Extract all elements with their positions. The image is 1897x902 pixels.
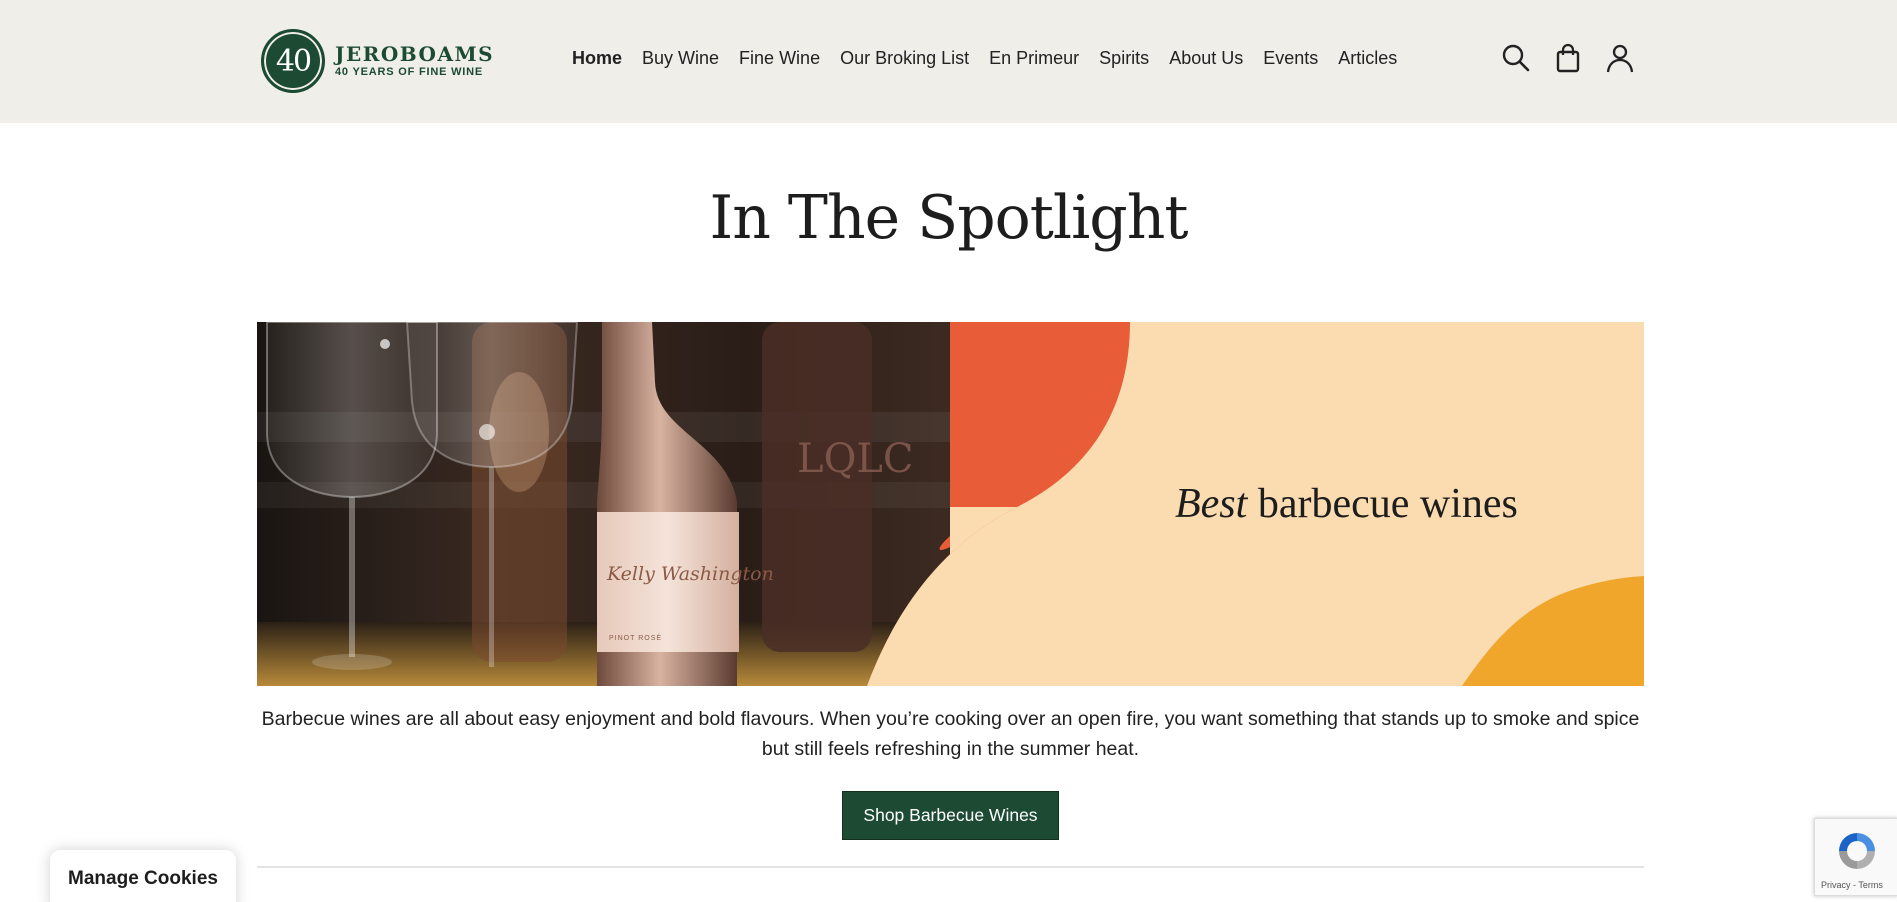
logo-badge: 40	[261, 29, 325, 93]
nav-item-home[interactable]: Home	[572, 48, 622, 69]
nav-item-articles[interactable]: Articles	[1338, 48, 1397, 69]
nav-item-en-primeur[interactable]: En Primeur	[989, 48, 1079, 69]
shop-barbecue-wines-button[interactable]: Shop Barbecue Wines	[842, 791, 1059, 840]
banner-headline-italic: Best	[1175, 481, 1248, 527]
bottle-label-script: Kelly Washington	[606, 563, 774, 585]
banner-headline-rest: barbecue wines	[1247, 481, 1518, 527]
nav-item-fine-wine[interactable]: Fine Wine	[739, 48, 820, 69]
spotlight-title: In The Spotlight	[709, 183, 1189, 253]
logo-text: JEROBOAMS 40 YEARS OF FINE WINE	[335, 43, 494, 79]
search-icon[interactable]	[1500, 42, 1532, 74]
main-nav: Home Buy Wine Fine Wine Our Broking List…	[572, 48, 1417, 69]
logo-name: JEROBOAMS	[335, 42, 495, 66]
spotlight-description: Barbecue wines are all about easy enjoym…	[261, 708, 1640, 760]
nav-item-spirits[interactable]: Spirits	[1099, 48, 1149, 69]
recaptcha-badge[interactable]: Privacy - Terms	[1814, 818, 1897, 896]
logo-tagline: 40 YEARS OF FINE WINE	[335, 66, 484, 78]
nav-item-broking-list[interactable]: Our Broking List	[840, 48, 969, 69]
recaptcha-icon	[1839, 833, 1875, 869]
logo[interactable]: 40 JEROBOAMS 40 YEARS OF FINE WINE	[261, 29, 494, 93]
banner-headline: Best barbecue wines	[1175, 480, 1518, 528]
recaptcha-links[interactable]: Privacy - Terms	[1821, 880, 1883, 890]
section-divider	[257, 866, 1644, 868]
shopping-bag-icon[interactable]	[1552, 42, 1584, 74]
header-actions	[1500, 42, 1656, 74]
manage-cookies-button[interactable]: Manage Cookies	[50, 850, 236, 902]
site-header: 40 JEROBOAMS 40 YEARS OF FINE WINE Home …	[0, 0, 1897, 123]
bottle-label-small: PINOT ROSÉ	[609, 633, 662, 642]
nav-item-events[interactable]: Events	[1263, 48, 1318, 69]
nav-item-about-us[interactable]: About Us	[1169, 48, 1243, 69]
nav-item-buy-wine[interactable]: Buy Wine	[642, 48, 719, 69]
account-icon[interactable]	[1604, 42, 1636, 74]
background-bottle-text: LQLC	[797, 436, 914, 482]
